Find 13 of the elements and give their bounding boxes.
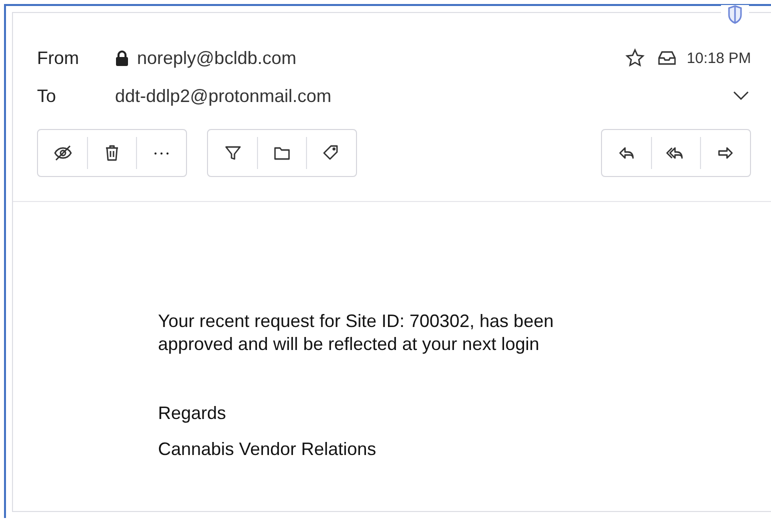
to-label: To <box>37 86 58 106</box>
message-paragraph: Cannabis Vendor Relations <box>158 438 378 461</box>
eye-slash-icon <box>53 143 73 163</box>
sender-address[interactable]: noreply@bcldb.com <box>137 48 296 68</box>
timestamp: 10:18 PM <box>686 50 751 66</box>
from-label: From <box>37 48 80 68</box>
more-icon <box>154 152 168 154</box>
chevron-down-icon[interactable] <box>733 91 749 101</box>
star-icon[interactable] <box>624 48 645 68</box>
message-paragraph: Regards <box>158 402 228 425</box>
recipient-address[interactable]: ddt-ddlp2@protonmail.com <box>115 86 332 106</box>
message-paragraph: Your recent request for Site ID: 700302, has been approved and will be reflected at your next login <box>158 310 555 356</box>
lock-icon <box>115 50 129 66</box>
